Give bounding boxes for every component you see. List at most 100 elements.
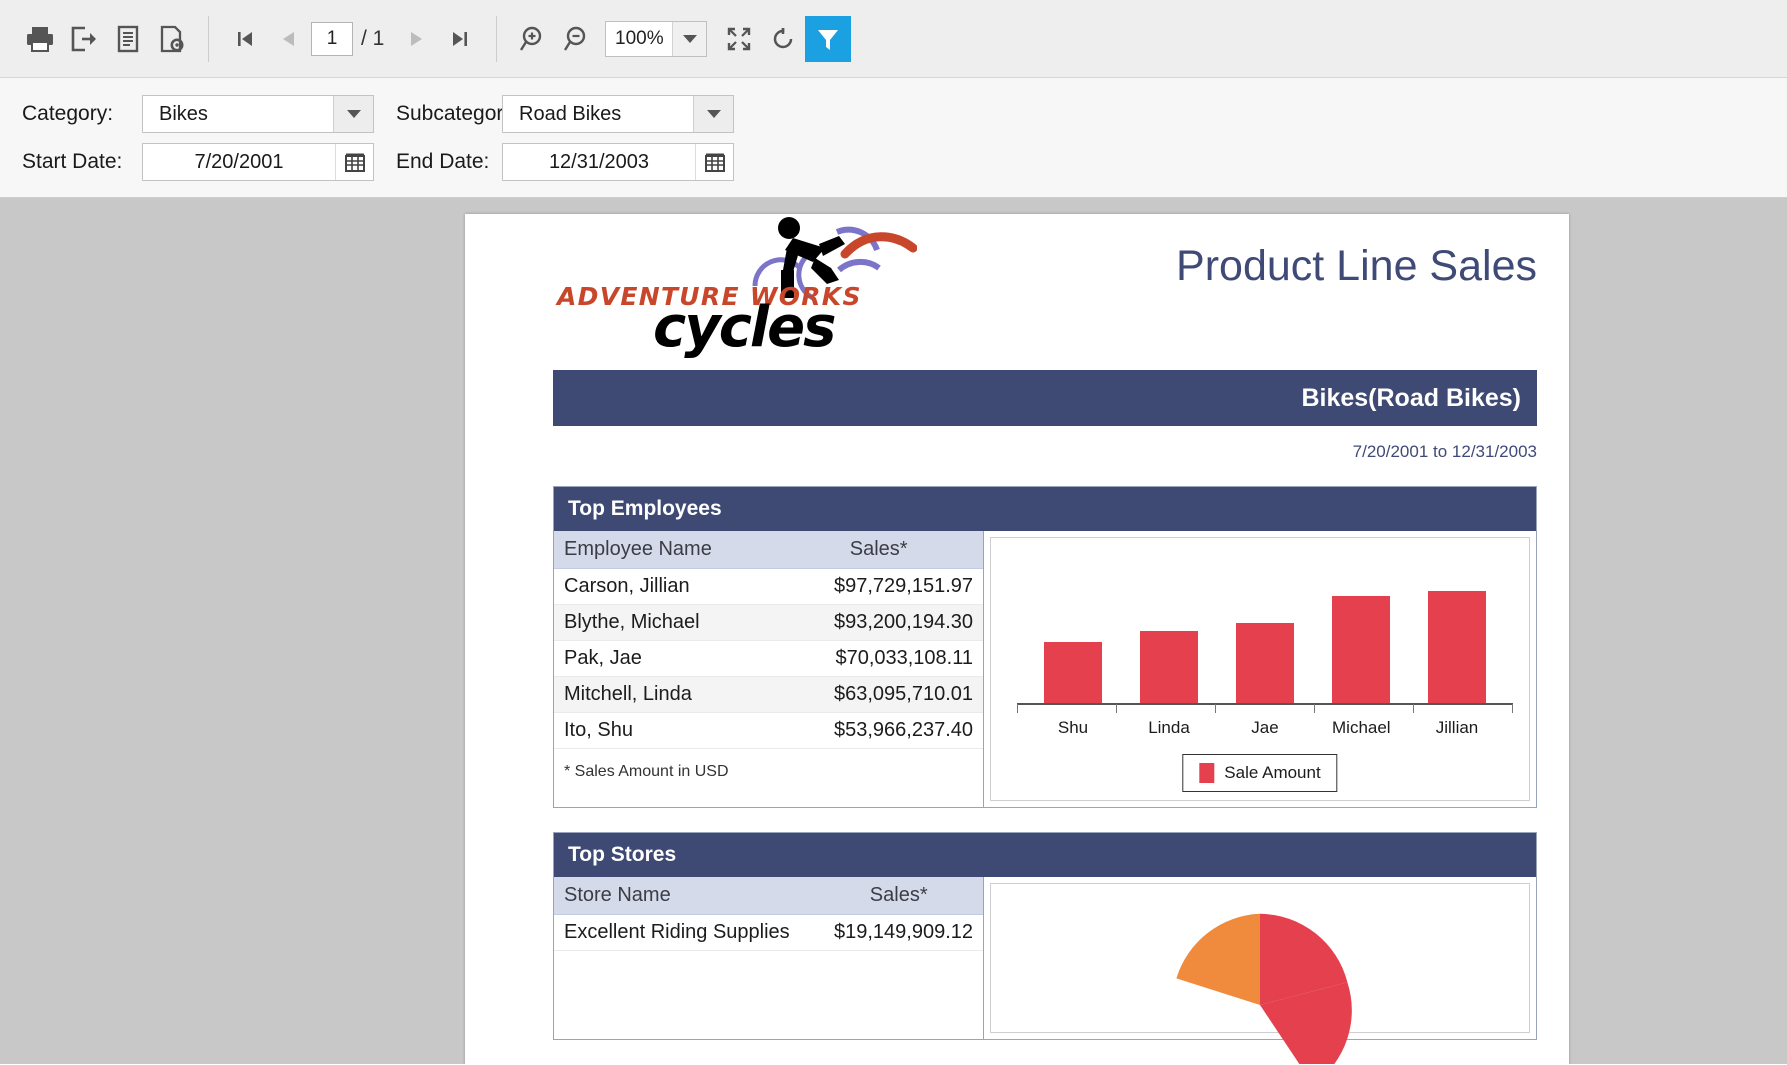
tick <box>1116 704 1117 713</box>
table-row: Excellent Riding Supplies $19,149,909.12 <box>554 914 983 951</box>
cell-employee-name: Pak, Jae <box>554 640 775 677</box>
cell-sales: $97,729,151.97 <box>774 568 983 605</box>
start-date-calendar-button[interactable] <box>335 144 373 180</box>
table-row: Blythe, Michael $93,200,194.30 <box>554 604 983 641</box>
cell-employee-name: Carson, Jillian <box>554 568 775 605</box>
column-header-employee-name: Employee Name <box>554 531 775 569</box>
category-dropdown-button[interactable] <box>333 96 373 132</box>
category-select[interactable]: Bikes <box>142 95 374 133</box>
cell-employee-name: Ito, Shu <box>554 712 775 749</box>
pie-slice-3 <box>1176 913 1260 1005</box>
refresh-button[interactable] <box>761 16 805 62</box>
top-employees-title: Top Employees <box>568 497 722 520</box>
last-page-icon <box>453 31 468 46</box>
chart-x-labels: Shu Linda Jae Michael Jillian <box>1025 718 1505 738</box>
zoom-dropdown-button[interactable] <box>672 21 707 56</box>
tick <box>1215 704 1216 713</box>
cell-employee-name: Blythe, Michael <box>554 604 775 641</box>
cell-sales: $53,966,237.40 <box>774 712 983 749</box>
zoom-out-button[interactable] <box>555 16 599 62</box>
subcategory-dropdown-button[interactable] <box>693 96 733 132</box>
category-label: Category: <box>22 102 114 125</box>
chart-legend: Sale Amount <box>1182 754 1338 792</box>
page-total-label: / 1 <box>361 26 385 50</box>
toolbar-divider-2 <box>496 15 498 62</box>
chart-x-ticks <box>1017 704 1513 713</box>
column-header-store-name: Store Name <box>554 877 815 915</box>
top-stores-title: Top Stores <box>568 843 677 866</box>
filter-icon <box>818 29 839 50</box>
previous-page-icon <box>283 31 294 46</box>
report-toolbar: / 1 <box>0 0 1787 78</box>
top-employees-chart-area: Shu Linda Jae Michael Jillian Sale Amoun… <box>984 531 1536 807</box>
logo-product-text: cycles <box>653 295 836 360</box>
top-employees-body: Employee Name Sales* Carson, Jillian $97… <box>554 531 1536 807</box>
x-label: Linda <box>1148 718 1190 737</box>
toolbar-divider-1 <box>208 15 209 62</box>
page-settings-icon <box>160 25 184 52</box>
report-header: ADVENTURE WORKS cycles Product Line Sale… <box>465 214 1569 370</box>
cell-sales: $93,200,194.30 <box>774 604 983 641</box>
zoom-level-value: 100% <box>615 27 664 49</box>
table-header-row: Employee Name Sales* <box>554 531 983 569</box>
top-stores-chart-area <box>984 877 1536 1064</box>
legend-label: Sale Amount <box>1224 763 1321 782</box>
chevron-down-icon <box>346 110 361 118</box>
cell-sales: $63,095,710.01 <box>774 676 983 713</box>
page-number-input[interactable] <box>311 21 353 56</box>
fit-page-button[interactable] <box>717 16 761 62</box>
chevron-down-icon <box>682 34 697 43</box>
cell-employee-name: Mitchell, Linda <box>554 676 775 713</box>
export-button[interactable] <box>62 16 106 62</box>
report-viewer-canvas[interactable]: ADVENTURE WORKS cycles Product Line Sale… <box>0 198 1787 1064</box>
printer-icon <box>27 26 53 52</box>
last-page-button[interactable] <box>438 16 482 62</box>
page-setup-button[interactable] <box>150 16 194 62</box>
parameters-toggle-button[interactable] <box>805 15 852 62</box>
end-date-label: End Date: <box>396 150 490 173</box>
calendar-icon <box>344 153 365 172</box>
next-page-button[interactable] <box>394 16 438 62</box>
zoom-in-icon <box>520 26 542 51</box>
first-page-icon <box>238 31 252 46</box>
table-row: Pak, Jae $70,033,108.11 <box>554 640 983 677</box>
end-date-calendar-button[interactable] <box>695 144 733 180</box>
bar-michael <box>1332 596 1390 704</box>
subcategory-select[interactable]: Road Bikes <box>502 95 734 133</box>
tick <box>1413 704 1414 713</box>
category-value: Bikes <box>159 102 208 125</box>
chevron-down-icon <box>706 110 721 118</box>
print-button[interactable] <box>18 16 62 62</box>
subcategory-label: Subcategory: <box>396 102 520 125</box>
start-date-label: Start Date: <box>22 150 123 173</box>
top-employees-header: Top Employees <box>554 487 1536 531</box>
first-page-button[interactable] <box>223 16 267 62</box>
adventure-works-logo: ADVENTURE WORKS cycles <box>557 217 917 360</box>
bar-jae <box>1236 623 1294 704</box>
top-stores-table-wrap: Store Name Sales* Excellent Riding Suppl… <box>554 877 984 1039</box>
zoom-in-button[interactable] <box>511 16 555 62</box>
start-date-value: 7/20/2001 <box>194 150 284 173</box>
employee-bar-chart: Shu Linda Jae Michael Jillian Sale Amoun… <box>990 537 1530 801</box>
store-pie-chart <box>990 883 1530 1064</box>
document-map-button[interactable] <box>106 16 150 62</box>
fit-page-icon <box>728 27 751 50</box>
document-icon <box>117 25 139 52</box>
start-date-field[interactable]: 7/20/2001 <box>142 143 374 181</box>
page-title: Product Line Sales <box>1176 242 1537 290</box>
x-label: Michael <box>1332 718 1391 737</box>
previous-page-button[interactable] <box>267 16 311 62</box>
end-date-field[interactable]: 12/31/2003 <box>502 143 734 181</box>
subcategory-value: Road Bikes <box>519 102 622 125</box>
report-page: ADVENTURE WORKS cycles Product Line Sale… <box>465 214 1569 1064</box>
x-label: Jillian <box>1435 718 1479 737</box>
top-stores-header: Top Stores <box>554 833 1536 877</box>
top-employees-table: Employee Name Sales* Carson, Jillian $97… <box>554 531 983 749</box>
cell-store-name: Excellent Riding Supplies <box>554 914 815 951</box>
top-employees-section: Top Employees Employee Name Sales* Carso… <box>553 486 1537 808</box>
zoom-level-combo[interactable]: 100% <box>605 20 708 57</box>
bar-series <box>1025 576 1505 704</box>
zoom-out-icon <box>564 26 586 51</box>
table-row: Mitchell, Linda $63,095,710.01 <box>554 676 983 713</box>
legend-swatch-icon <box>1199 763 1215 783</box>
